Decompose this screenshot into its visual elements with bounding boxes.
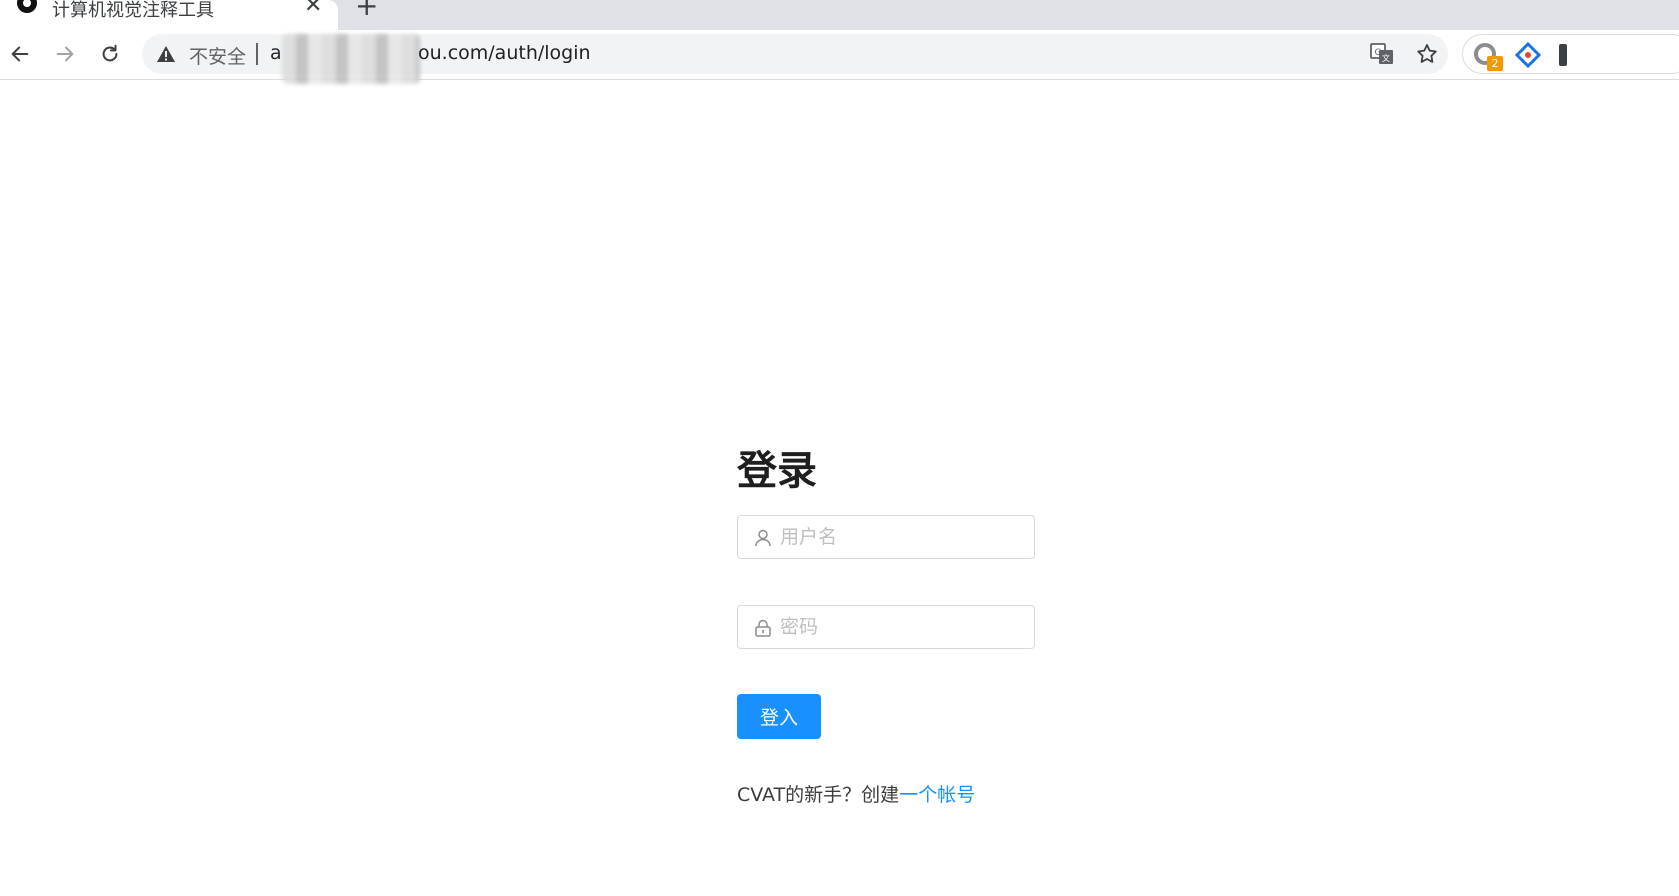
username-input[interactable] [780, 516, 1025, 558]
username-field[interactable] [737, 515, 1035, 559]
cvat-logo-icon [17, 0, 37, 13]
password-field[interactable] [737, 605, 1035, 649]
arrow-left-icon [11, 46, 29, 62]
browser-tab[interactable]: 计算机视觉注释工具 ✕ [0, 0, 338, 34]
back-button[interactable] [4, 38, 36, 70]
user-icon [755, 529, 771, 547]
new-tab-button[interactable]: + [355, 0, 378, 20]
signup-prompt: CVAT的新手？创建一个帐号 [737, 780, 975, 807]
tab-strip: 计算机视觉注释工具 ✕ + [0, 0, 1679, 34]
url-text-start: a [270, 42, 282, 64]
translate-icon[interactable]: G 文 [1370, 43, 1394, 65]
omnibox-separator [256, 43, 258, 65]
browser-toolbar: 不安全 a ou.com/auth/login G 文 2 [0, 30, 1679, 84]
lock-icon [755, 619, 771, 637]
extensions-area: 2 [1462, 34, 1679, 74]
login-button[interactable]: 登入 [737, 694, 821, 739]
bookmark-star-icon[interactable] [1415, 42, 1439, 66]
tab-close-button[interactable]: ✕ [304, 0, 322, 18]
forward-button[interactable] [49, 38, 81, 70]
reload-icon [102, 44, 118, 62]
arrow-right-icon [56, 46, 74, 62]
address-bar[interactable]: 不安全 a ou.com/auth/login G 文 [142, 34, 1448, 84]
extension-diamond-icon[interactable] [1515, 42, 1541, 68]
create-account-link[interactable]: 一个帐号 [899, 784, 975, 806]
tab-title: 计算机视觉注释工具 [52, 0, 214, 21]
svg-text:G: G [1375, 48, 1382, 58]
reload-button[interactable] [94, 38, 126, 70]
url-text-end: ou.com/auth/login [418, 42, 591, 64]
security-status-label[interactable]: 不安全 [189, 42, 246, 69]
svg-text:文: 文 [1382, 53, 1390, 63]
page-title: 登录 [737, 448, 817, 494]
signup-prompt-text: CVAT的新手？创建 [737, 784, 900, 806]
extension-partial-icon[interactable] [1559, 44, 1567, 66]
extension-badge: 2 [1487, 56, 1503, 71]
password-input[interactable] [780, 606, 1025, 648]
warning-icon[interactable] [156, 44, 176, 64]
blurred-url-region [282, 34, 420, 84]
